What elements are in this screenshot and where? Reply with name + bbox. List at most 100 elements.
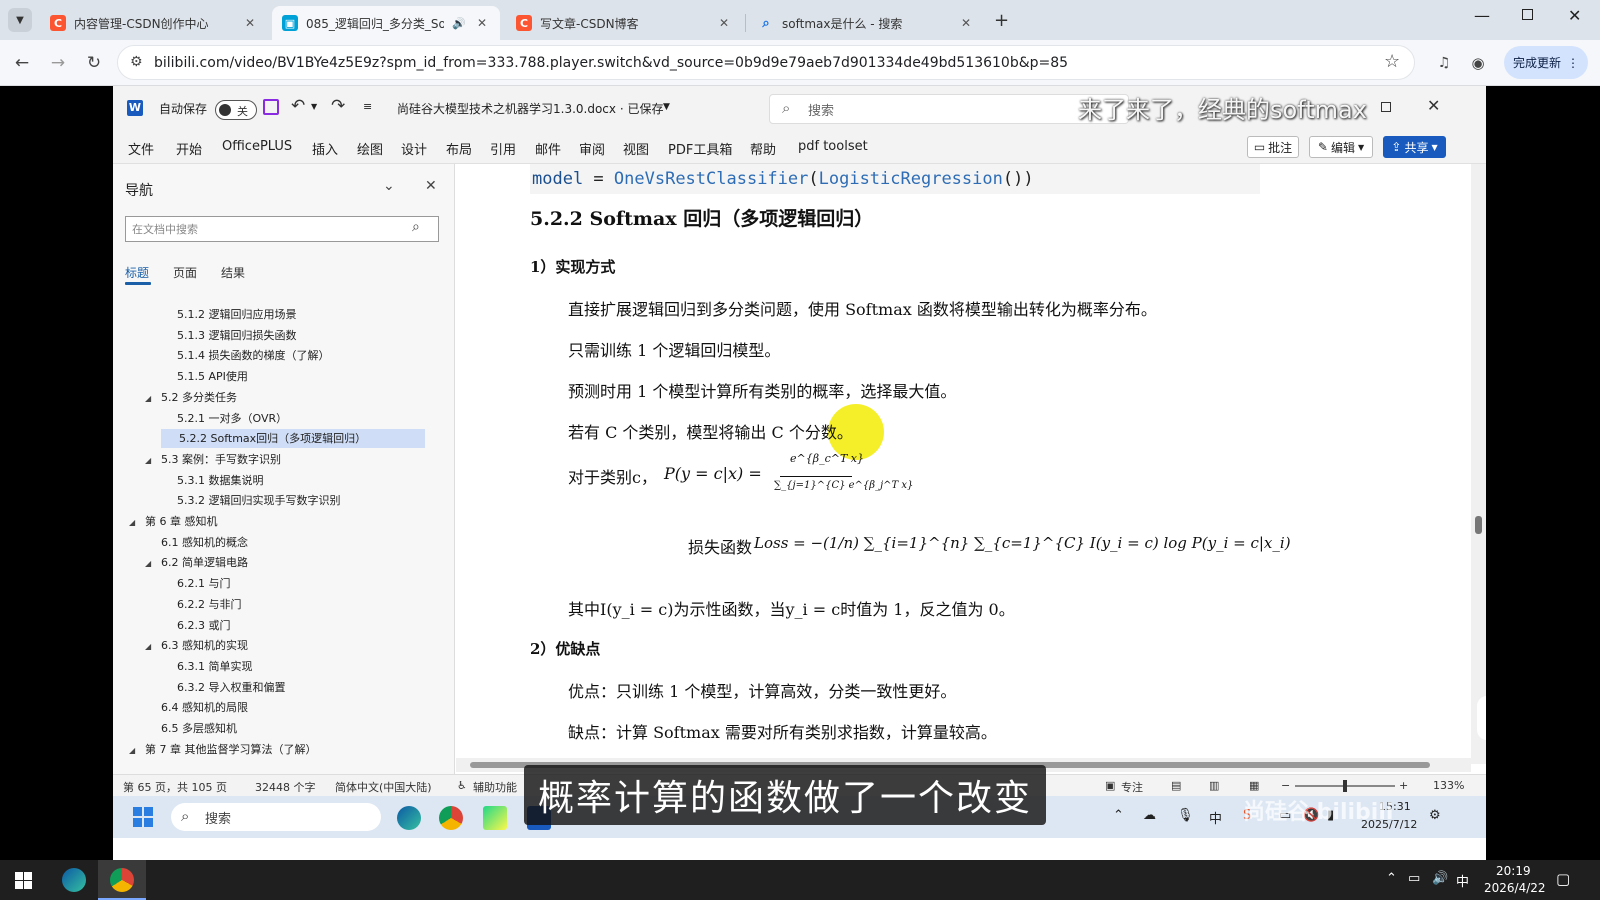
collapse-caret-icon[interactable]: ◢: [145, 554, 161, 573]
update-button[interactable]: 完成更新 ⋮: [1504, 46, 1588, 79]
restore-word-icon[interactable]: [1381, 102, 1391, 112]
forward-icon[interactable]: →: [46, 51, 70, 75]
close-tab-icon[interactable]: ✕: [474, 16, 490, 30]
more-menu-icon[interactable]: ⋮: [1567, 56, 1579, 70]
share-button[interactable]: ⇪ 共享 ▼: [1383, 136, 1446, 158]
ime-indicator[interactable]: 中: [1456, 871, 1469, 890]
nav-heading-item[interactable]: ◢ 5.2 多分类任务: [145, 388, 237, 407]
nav-heading-item[interactable]: ◢ 6.2 简单逻辑电路: [145, 553, 248, 572]
menu-officeplus[interactable]: OfficePLUS: [222, 139, 292, 154]
address-bar[interactable]: ⚙ bilibili.com/video/BV1BYe4z5E9z?spm_id…: [117, 45, 1415, 80]
zoom-level[interactable]: 133%: [1433, 779, 1464, 792]
menu-insert[interactable]: 插入: [312, 139, 338, 158]
new-tab-button[interactable]: +: [994, 10, 1009, 31]
reload-icon[interactable]: ↻: [82, 51, 106, 75]
collapse-caret-icon[interactable]: ◢: [129, 513, 145, 532]
nav-heading-item[interactable]: 5.3.1 数据集说明: [161, 471, 264, 490]
nav-tab-headings[interactable]: 标题: [125, 264, 152, 285]
zoom-out-icon[interactable]: −: [1281, 779, 1290, 792]
nav-heading-item[interactable]: 5.1.2 逻辑回归应用场景: [161, 305, 297, 324]
nav-heading-item[interactable]: 5.1.5 API使用: [161, 367, 248, 386]
nav-heading-item[interactable]: 6.5 多层感知机: [145, 719, 237, 738]
close-window-icon[interactable]: ✕: [1568, 6, 1581, 25]
word-count[interactable]: 32448 个字: [255, 779, 316, 795]
microphone-icon[interactable]: 🎙: [1177, 808, 1194, 823]
collapse-caret-icon[interactable]: ◢: [145, 637, 161, 656]
network-icon[interactable]: ▭: [1408, 871, 1420, 886]
back-icon[interactable]: ←: [10, 51, 34, 75]
edge-icon[interactable]: [397, 806, 421, 830]
nav-close-icon[interactable]: ✕: [425, 178, 437, 194]
chrome-icon[interactable]: [110, 868, 134, 892]
zoom-in-icon[interactable]: +: [1399, 779, 1408, 792]
nav-heading-item[interactable]: ◢ 第 6 章 感知机: [129, 512, 218, 531]
minimize-window-icon[interactable]: —: [1474, 6, 1490, 25]
undo-icon[interactable]: ↶: [291, 96, 305, 116]
profile-icon[interactable]: ◉: [1466, 51, 1490, 75]
clock-time[interactable]: 20:19: [1496, 864, 1531, 878]
notification-center-icon[interactable]: ▢: [1556, 870, 1570, 888]
menu-help[interactable]: 帮助: [750, 139, 776, 158]
language[interactable]: 简体中文(中国大陆): [335, 779, 432, 795]
menu-design[interactable]: 设计: [401, 139, 427, 158]
tray-chevron-icon[interactable]: ⌃: [1386, 871, 1397, 886]
undo-dropdown-icon[interactable]: ▼: [311, 102, 317, 111]
menu-references[interactable]: 引用: [490, 139, 516, 158]
nav-tab-results[interactable]: 结果: [221, 264, 245, 281]
nav-heading-item[interactable]: 6.2.1 与门: [161, 574, 231, 593]
close-tab-icon[interactable]: ✕: [958, 16, 974, 30]
nav-heading-item[interactable]: 6.2.3 或门: [161, 616, 231, 635]
nav-heading-item[interactable]: 6.3.1 简单实现: [161, 657, 253, 676]
nav-heading-item[interactable]: 5.2.1 一对多（OVR）: [161, 409, 287, 428]
menu-home[interactable]: 开始: [176, 139, 202, 158]
focus-label[interactable]: 专注: [1121, 779, 1143, 795]
video-player[interactable]: W 自动保存 关 ↶ ▼ ↷ ≡ 尚硅谷大模型技术之机器学习1.3.0.docx…: [113, 86, 1486, 860]
read-mode-icon[interactable]: ▤: [1171, 779, 1181, 792]
nav-heading-item[interactable]: 5.3.2 逻辑回归实现手写数字识别: [161, 491, 341, 510]
vertical-scroll-thumb[interactable]: [1475, 516, 1482, 534]
pycharm-icon[interactable]: [483, 806, 507, 830]
site-info-icon[interactable]: ⚙: [130, 54, 143, 70]
nav-heading-item[interactable]: 6.1 感知机的概念: [145, 533, 248, 552]
volume-icon[interactable]: 🔊: [1432, 871, 1448, 886]
print-layout-icon[interactable]: ▥: [1209, 779, 1219, 792]
nav-heading-item[interactable]: 6.3.2 导入权重和偏置: [161, 678, 286, 697]
menu-draw[interactable]: 绘图: [357, 139, 383, 158]
autosave-toggle[interactable]: 关: [215, 100, 257, 120]
browser-tab[interactable]: C 写文章-CSDN博客 ✕: [506, 6, 742, 40]
cloud-icon[interactable]: ☁: [1143, 808, 1156, 823]
menu-review[interactable]: 审阅: [579, 139, 605, 158]
zoom-slider-thumb[interactable]: [1343, 780, 1347, 792]
editing-mode-button[interactable]: ✎ 编辑 ▼: [1309, 136, 1373, 158]
collapse-caret-icon[interactable]: ◢: [129, 741, 145, 760]
media-controls-icon[interactable]: ♫: [1432, 51, 1456, 75]
nav-search-input[interactable]: 在文档中搜索 ⌕: [125, 216, 439, 242]
nav-heading-item[interactable]: ◢ 第 7 章 其他监督学习算法（了解）: [129, 740, 317, 759]
edge-icon[interactable]: [62, 868, 86, 892]
nav-heading-item[interactable]: ◢ 5.3 案例：手写数字识别: [145, 450, 281, 469]
chrome-icon[interactable]: [439, 806, 463, 830]
nav-heading-item[interactable]: 5.2.2 Softmax回归（多项逻辑回归）: [161, 429, 425, 449]
page-count[interactable]: 第 65 页，共 105 页: [123, 779, 227, 795]
vertical-scrollbar[interactable]: [1471, 164, 1486, 764]
notification-icon[interactable]: ⚙: [1429, 808, 1441, 823]
browser-tab-active[interactable]: ▣ 085_逻辑回归_多分类_Soft 🔊 ✕: [272, 6, 500, 40]
browser-tab[interactable]: ⌕ softmax是什么 - 搜索 ✕: [748, 6, 984, 40]
menu-file[interactable]: 文件: [128, 139, 154, 158]
save-icon[interactable]: [263, 99, 279, 115]
clock-date[interactable]: 2026/4/22: [1484, 881, 1546, 895]
nav-heading-item[interactable]: 5.1.4 损失函数的梯度（了解）: [161, 346, 330, 365]
collapse-caret-icon[interactable]: ◢: [145, 451, 161, 470]
menu-layout[interactable]: 布局: [446, 139, 472, 158]
play-icon[interactable]: [1477, 696, 1486, 740]
title-dropdown-icon[interactable]: ▼: [663, 102, 670, 112]
nav-tab-pages[interactable]: 页面: [173, 264, 197, 281]
comments-button[interactable]: ▭ 批注: [1247, 136, 1299, 158]
close-tab-icon[interactable]: ✕: [716, 16, 732, 30]
browser-tab[interactable]: C 内容管理-CSDN创作中心 ✕: [40, 6, 268, 40]
menu-pdf-toolset[interactable]: pdf toolset: [798, 139, 868, 154]
web-layout-icon[interactable]: ▦: [1249, 779, 1259, 792]
close-tab-icon[interactable]: ✕: [242, 16, 258, 30]
ime-icon[interactable]: 中: [1209, 808, 1222, 827]
nav-heading-item[interactable]: 5.1.3 逻辑回归损失函数: [161, 326, 297, 345]
